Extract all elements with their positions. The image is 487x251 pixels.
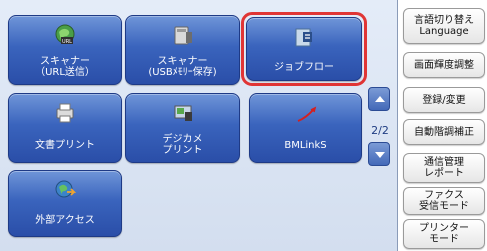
url-scan-icon: URL <box>55 24 75 45</box>
digital-camera-print-label: デジカメ プリント <box>162 134 203 156</box>
printer-mode-button[interactable]: プリンター モード <box>403 219 485 249</box>
external-access-icon <box>55 180 77 198</box>
language-switch-button[interactable]: 言語切り替え Language <box>403 8 485 44</box>
register-change-button[interactable]: 登録/変更 <box>403 87 485 113</box>
document-print-button[interactable]: 文書プリント <box>8 93 122 163</box>
arrow-down-icon <box>375 152 385 158</box>
scanner-usb-label: スキャナー (USBﾒﾓﾘｰ保存) <box>148 56 217 78</box>
bmlinks-button[interactable]: BMLinkS <box>249 93 362 163</box>
digital-camera-print-button[interactable]: デジカメ プリント <box>125 93 240 163</box>
document-print-label: 文書プリント <box>35 140 95 151</box>
document-print-icon <box>56 103 74 123</box>
bmlinks-label: BMLinkS <box>284 140 327 151</box>
svg-text:URL: URL <box>62 39 72 45</box>
fax-receive-mode-button[interactable]: ファクス 受信モード <box>403 187 485 215</box>
bmlinks-icon <box>297 106 316 122</box>
communication-report-button[interactable]: 通信管理 レポート <box>403 153 485 183</box>
scanner-usb-button[interactable]: スキャナー (USBﾒﾓﾘｰ保存) <box>125 15 240 85</box>
arrow-up-icon <box>375 96 385 102</box>
screen-brightness-button[interactable]: 画面輝度調整 <box>403 52 485 78</box>
usb-scan-icon <box>174 26 192 45</box>
scanner-url-button[interactable]: URL スキャナー （URL送信） <box>8 15 122 85</box>
scanner-url-label: スキャナー （URL送信） <box>35 56 95 78</box>
scroll-down-button[interactable] <box>368 142 390 166</box>
external-access-label: 外部アクセス <box>35 215 95 226</box>
digital-camera-print-icon <box>174 105 192 121</box>
service-panel: URL スキャナー （URL送信） スキャナー (USBﾒﾓﾘｰ保存) ジョブフ… <box>0 0 398 251</box>
external-access-button[interactable]: 外部アクセス <box>8 170 122 237</box>
auto-gradation-button[interactable]: 自動階調補正 <box>403 119 485 145</box>
selection-highlight <box>241 12 367 86</box>
page-indicator: 2/2 <box>371 124 389 137</box>
scroll-up-button[interactable] <box>368 87 390 111</box>
